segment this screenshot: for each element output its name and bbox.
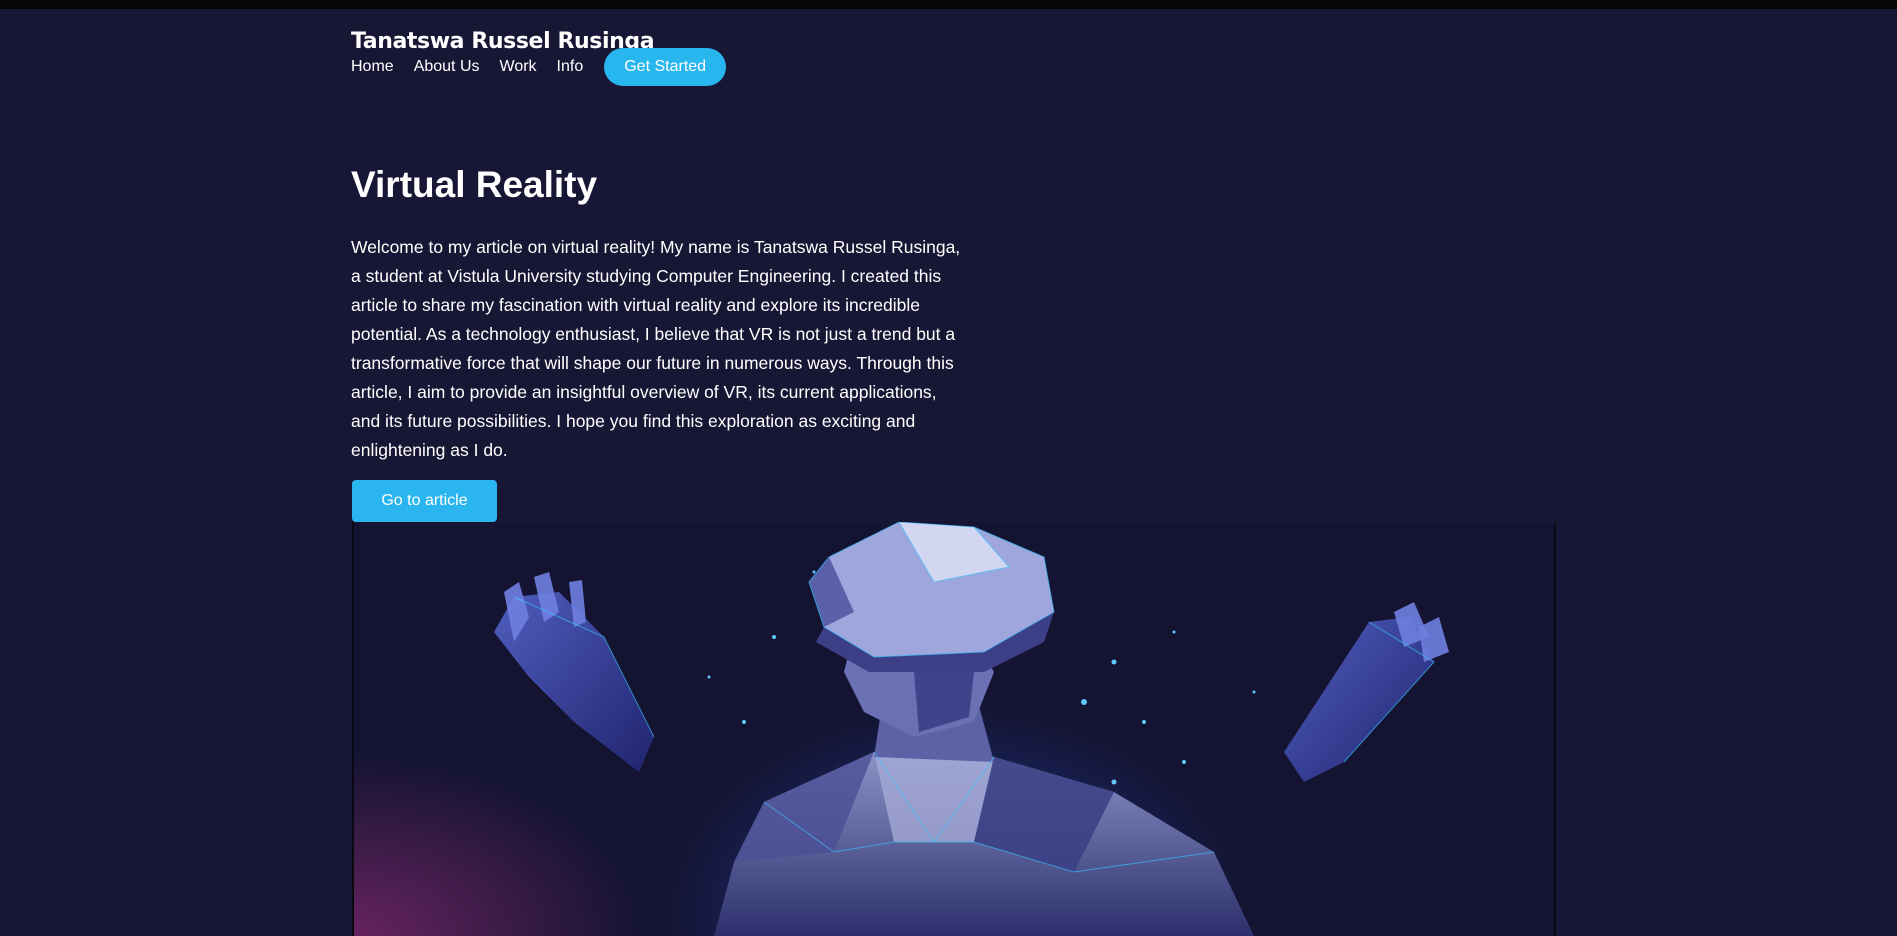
nav-item-work[interactable]: Work xyxy=(500,58,537,76)
get-started-button[interactable]: Get Started xyxy=(604,48,727,86)
nav-item-info[interactable]: Info xyxy=(557,58,584,76)
main-nav: Home About Us Work Info Get Started xyxy=(351,48,727,86)
page-title: Virtual Reality xyxy=(351,164,598,205)
browser-top-bar xyxy=(0,0,1897,9)
intro-paragraph: Welcome to my article on virtual reality… xyxy=(351,237,961,460)
vr-figure-illustration xyxy=(494,522,1449,936)
go-to-article-button[interactable]: Go to article xyxy=(352,480,497,522)
nav-item-home[interactable]: Home xyxy=(351,58,394,76)
nav-item-about-us[interactable]: About Us xyxy=(414,58,480,76)
hero-image xyxy=(352,522,1556,936)
